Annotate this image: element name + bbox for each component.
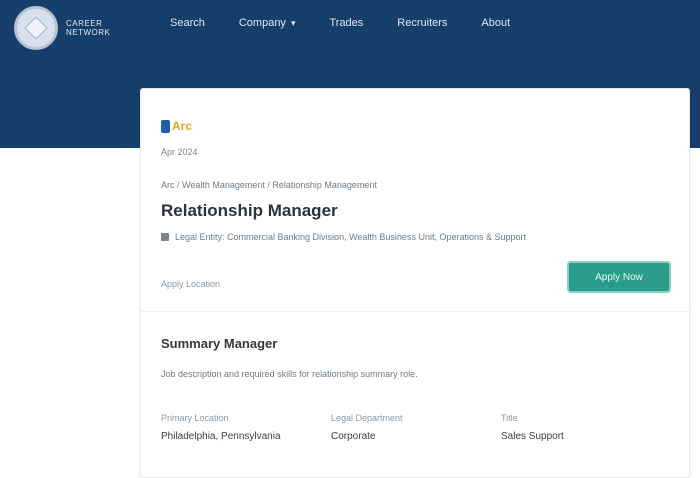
company-name: Arc [172, 119, 193, 133]
nav-label: Company [238, 17, 286, 29]
nav-item-search[interactable]: Search [170, 17, 205, 29]
nav-label: Recruiters [397, 17, 448, 29]
info-value: Philadelphia, Pennsylvania [161, 431, 281, 442]
main-nav: Search Company ▾ Trades Recruiters About [170, 17, 544, 29]
info-label: Legal Department [331, 413, 403, 423]
nav-item-company[interactable]: Company ▾ [239, 17, 296, 29]
section-title: Summary Manager [161, 336, 278, 351]
logo-icon [14, 6, 58, 50]
job-meta-text: Legal Entity: Commercial Banking Divisio… [175, 232, 526, 242]
info-icon [161, 233, 169, 241]
info-column: Primary Location Philadelphia, Pennsylva… [161, 413, 331, 442]
section-description: Job description and required skills for … [161, 369, 418, 379]
job-meta: Legal Entity: Commercial Banking Divisio… [161, 232, 526, 242]
logo-text: Career Network [66, 19, 111, 37]
posted-date: Apr 2024 [161, 147, 198, 157]
job-info-grid: Primary Location Philadelphia, Pennsylva… [161, 413, 671, 442]
apply-button[interactable]: Apply Now [567, 261, 671, 293]
site-logo[interactable]: Career Network [14, 6, 146, 50]
job-card: Arc Apr 2024 Arc / Wealth Management / R… [140, 88, 691, 478]
info-label: Title [501, 413, 518, 423]
job-title: Relationship Manager [161, 201, 338, 220]
nav-item-about[interactable]: About [481, 17, 510, 29]
apply-location: Apply Location [161, 279, 221, 289]
nav-item-trades[interactable]: Trades [329, 17, 363, 29]
info-value: Sales Support [501, 431, 564, 442]
company-logo: Arc [161, 119, 192, 133]
company-logo-icon [161, 119, 170, 133]
breadcrumb: Arc / Wealth Management / Relationship M… [161, 180, 377, 190]
nav-item-recruiters[interactable]: Recruiters [397, 17, 447, 29]
nav-label: Trades [329, 17, 364, 29]
info-column: Legal Department Corporate [331, 413, 501, 442]
info-column: Title Sales Support [501, 413, 671, 442]
nav-label: Search [170, 17, 205, 29]
divider [141, 311, 691, 312]
chevron-down-icon: ▾ [290, 17, 296, 28]
info-value: Corporate [331, 431, 376, 442]
nav-label: About [481, 17, 511, 29]
info-label: Primary Location [161, 413, 229, 423]
